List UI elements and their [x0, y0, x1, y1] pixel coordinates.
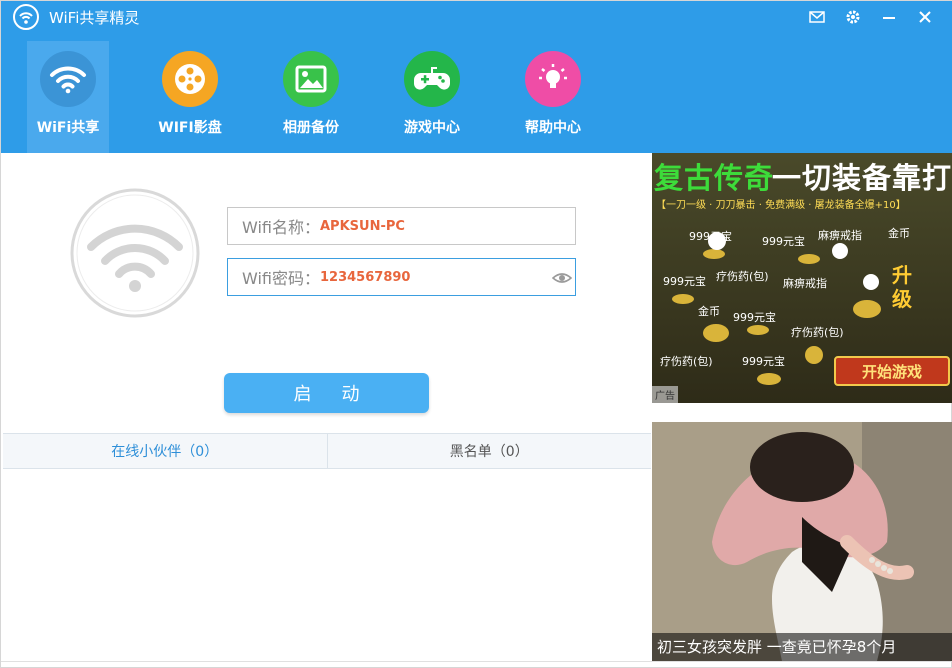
app-logo-icon — [13, 4, 39, 30]
ad-headline-white: 一切装备靠打 — [772, 161, 952, 195]
ad-item: 疗伤药(包) — [791, 326, 844, 339]
gamepad-icon — [404, 51, 460, 107]
ad-item: 麻痹戒指 — [818, 229, 862, 242]
wifi-password-field[interactable]: Wifi密码： 1234567890 — [227, 258, 576, 296]
nav-help-center[interactable]: 帮助中心 — [512, 41, 594, 153]
ad-play-button[interactable]: 开始游戏 — [834, 356, 950, 386]
minimize-icon — [883, 17, 895, 19]
tab-online-friends[interactable]: 在线小伙伴（0） — [3, 434, 327, 468]
close-button[interactable] — [915, 7, 935, 27]
ad-item: 疗伤药(包) — [716, 270, 769, 283]
ad-item: 疗伤药(包) — [660, 355, 713, 368]
wifi-password-value[interactable]: 1234567890 — [320, 270, 410, 285]
nav-label: 帮助中心 — [525, 120, 581, 136]
wifi-name-field[interactable]: Wifi名称： APKSUN-PC — [227, 207, 576, 245]
device-tabs: 在线小伙伴（0） 黑名单（0） — [3, 433, 651, 469]
app-title: WiFi共享精灵 — [49, 9, 140, 27]
start-button[interactable]: 启动 — [224, 373, 429, 413]
ad-subline: 【一刀一级 · 刀刀暴击 · 免费满级 · 屠龙装备全爆+10】 — [656, 200, 906, 211]
minimize-button[interactable] — [879, 7, 899, 27]
main-nav: WiFi共享 WIFI影盘 相册备份 游戏中心 帮助中心 — [1, 33, 952, 153]
nav-game-center[interactable]: 游戏中心 — [391, 41, 473, 153]
gear-icon — [846, 10, 860, 24]
ad-item: 金币 — [888, 227, 910, 240]
ad-item: 麻痹戒指 — [783, 277, 827, 290]
ad-item: 999元宝 — [762, 235, 805, 248]
wifi-status-icon — [70, 188, 200, 318]
app-window: WiFi共享精灵 WiFi共享 WIFI影盘 相册备份 游戏中心 帮助中心 Wi… — [0, 0, 952, 668]
divider — [1, 661, 952, 662]
nav-label: 游戏中心 — [404, 120, 460, 136]
news-ad-photo — [652, 422, 952, 661]
ad-item: 999元宝 — [663, 275, 706, 288]
device-list — [3, 469, 651, 663]
wifi-name-label: Wifi名称： — [242, 218, 320, 237]
news-ad[interactable]: 初三女孩突发胖 一查竟已怀孕8个月 — [652, 422, 952, 661]
eye-icon[interactable] — [552, 268, 572, 288]
ad-item: 999元宝 — [742, 355, 785, 368]
ad-headline-green: 复古传奇 — [654, 161, 775, 195]
picture-icon — [283, 51, 339, 107]
ad-item: 金币 — [698, 305, 720, 318]
close-icon — [919, 11, 931, 23]
ad-item: 999元宝 — [689, 230, 732, 243]
settings-button[interactable] — [843, 7, 863, 27]
nav-album-backup[interactable]: 相册备份 — [270, 41, 352, 153]
nav-label: 相册备份 — [283, 120, 339, 136]
ad-tag: 广告 — [652, 386, 678, 403]
tab-blacklist[interactable]: 黑名单（0） — [326, 434, 652, 468]
mail-icon — [809, 11, 825, 23]
wifi-icon — [40, 51, 96, 107]
nav-label: WiFi共享 — [36, 120, 100, 136]
ad-level-up: 升级 — [892, 263, 912, 311]
nav-wifi-share[interactable]: WiFi共享 — [27, 41, 109, 153]
lightbulb-icon — [525, 51, 581, 107]
news-caption: 初三女孩突发胖 一查竟已怀孕8个月 — [652, 633, 952, 661]
game-ad[interactable]: 复古传奇 一切装备靠打 【一刀一级 · 刀刀暴击 · 免费满级 · 屠龙装备全爆… — [652, 153, 952, 403]
film-reel-icon — [162, 51, 218, 107]
wifi-name-value[interactable]: APKSUN-PC — [320, 219, 405, 234]
ad-item: 999元宝 — [733, 311, 776, 324]
nav-wifi-disk[interactable]: WIFI影盘 — [149, 41, 231, 153]
mail-button[interactable] — [807, 7, 827, 27]
wifi-password-label: Wifi密码： — [242, 269, 320, 288]
header: WiFi共享精灵 WiFi共享 WIFI影盘 相册备份 游戏中心 帮助中心 — [1, 1, 952, 153]
title-bar: WiFi共享精灵 — [1, 1, 952, 33]
nav-label: WIFI影盘 — [158, 120, 222, 136]
